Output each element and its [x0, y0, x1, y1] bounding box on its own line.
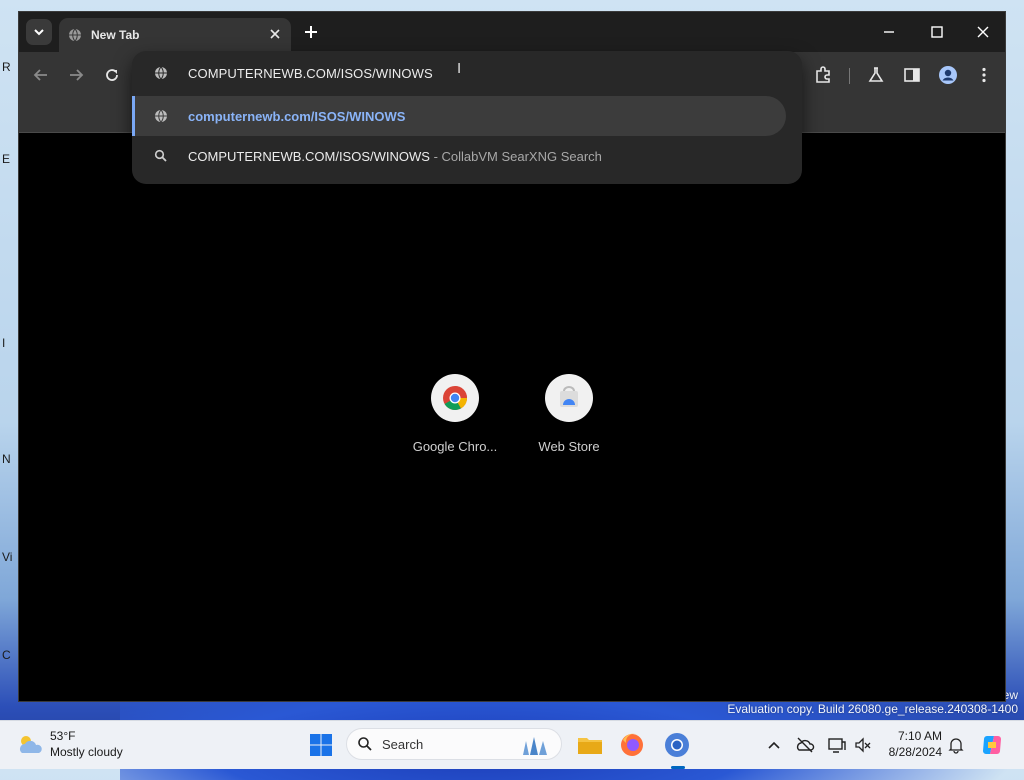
taskbar-search[interactable]: Search	[346, 728, 562, 760]
display-icon[interactable]	[827, 735, 847, 755]
toolbar-divider	[849, 68, 850, 84]
desktop-icon-label[interactable]: E	[2, 152, 10, 166]
chrome-icon	[443, 386, 467, 411]
globe-icon	[155, 66, 167, 80]
chevron-down-icon	[34, 29, 44, 36]
omnibox-popup: COMPUTERNEWB.COM/ISOS/WINOWS I computern…	[132, 51, 802, 184]
shortcut-google-chrome[interactable]: Google Chro...	[405, 374, 505, 454]
copilot-icon[interactable]	[980, 733, 1004, 757]
clock-date: 8/28/2024	[888, 745, 942, 759]
taskbar: 53°F Mostly cloudy Search 7:10 AM 8/28/2…	[0, 720, 1024, 769]
close-icon[interactable]	[267, 26, 283, 42]
search-icon	[358, 737, 372, 751]
plus-icon[interactable]	[301, 22, 321, 42]
shortcut-web-store[interactable]: Web Store	[519, 374, 619, 454]
side-panel-icon[interactable]	[902, 65, 922, 85]
cloud-sun-icon	[20, 736, 42, 753]
desktop-icon-label[interactable]: C	[2, 648, 11, 662]
web-store-icon	[560, 386, 578, 407]
globe-icon	[155, 109, 167, 123]
suggestion-engine: - CollabVM SearXNG Search	[429, 149, 602, 164]
shortcut-label: Google Chro...	[412, 439, 498, 454]
globe-icon	[69, 28, 81, 42]
suggestion-query: COMPUTERNEWB.COM/ISOS/WINOWS	[188, 149, 430, 164]
close-window-icon[interactable]	[973, 22, 993, 42]
desktop-icon-label[interactable]: I	[2, 336, 5, 350]
maximize-icon[interactable]	[927, 22, 947, 42]
shortcut-icon-circle	[431, 374, 479, 422]
taskbar-clock[interactable]: 7:10 AM 8/28/2024	[889, 728, 942, 760]
chevron-up-icon[interactable]	[764, 735, 784, 755]
desktop-icon-label[interactable]: N	[2, 452, 11, 466]
weather-temp: 53°F	[50, 729, 76, 743]
tab-new-tab[interactable]: New Tab	[59, 18, 291, 52]
notification-bell-icon[interactable]	[946, 735, 966, 755]
minimize-icon[interactable]	[879, 22, 899, 42]
weather-condition: Mostly cloudy	[50, 745, 123, 759]
watermark-text: Evaluation copy. Build 26080.ge_release.…	[727, 702, 1018, 716]
labs-flask-icon[interactable]	[866, 65, 886, 85]
shortcut-label: Web Store	[538, 439, 600, 454]
tab-title: New Tab	[91, 28, 140, 42]
menu-kebab-icon[interactable]	[974, 65, 994, 85]
suggestion-text: computernewb.com/ISOS/WINOWS	[188, 109, 406, 124]
tab-search-button[interactable]	[26, 19, 52, 45]
suggestion-text: COMPUTERNEWB.COM/ISOS/WINOWS - CollabVM …	[188, 149, 602, 164]
omnibox-suggestion-search[interactable]: COMPUTERNEWB.COM/ISOS/WINOWS - CollabVM …	[132, 136, 802, 176]
taskbar-search-label: Search	[382, 737, 424, 752]
desktop-icon-label[interactable]: Vi	[2, 550, 12, 564]
reload-icon[interactable]	[102, 65, 122, 85]
text-cursor-icon: I	[457, 60, 462, 77]
clock-time: 7:10 AM	[897, 729, 942, 743]
selection-indicator	[132, 96, 135, 136]
volume-muted-icon[interactable]	[853, 735, 873, 755]
omnibox-suggestion-url[interactable]: computernewb.com/ISOS/WINOWS	[132, 96, 786, 136]
file-explorer-icon[interactable]	[576, 731, 604, 759]
shortcut-icon-circle	[545, 374, 593, 422]
desktop-icon-label[interactable]: R	[2, 60, 11, 74]
forward-icon[interactable]	[66, 65, 86, 85]
extensions-icon[interactable]	[813, 65, 833, 85]
chrome-icon[interactable]	[663, 731, 691, 759]
tab-strip: New Tab	[19, 12, 1005, 52]
cloud-offline-icon[interactable]	[795, 735, 815, 755]
profile-avatar-icon[interactable]	[938, 65, 958, 85]
address-bar[interactable]: COMPUTERNEWB.COM/ISOS/WINOWS I	[132, 51, 802, 95]
firefox-icon[interactable]	[618, 731, 646, 759]
back-icon[interactable]	[31, 65, 51, 85]
search-icon	[154, 149, 167, 162]
search-highlight-icon	[523, 737, 547, 755]
windows-start-icon[interactable]	[309, 733, 333, 757]
address-input[interactable]: COMPUTERNEWB.COM/ISOS/WINOWS	[188, 66, 433, 81]
